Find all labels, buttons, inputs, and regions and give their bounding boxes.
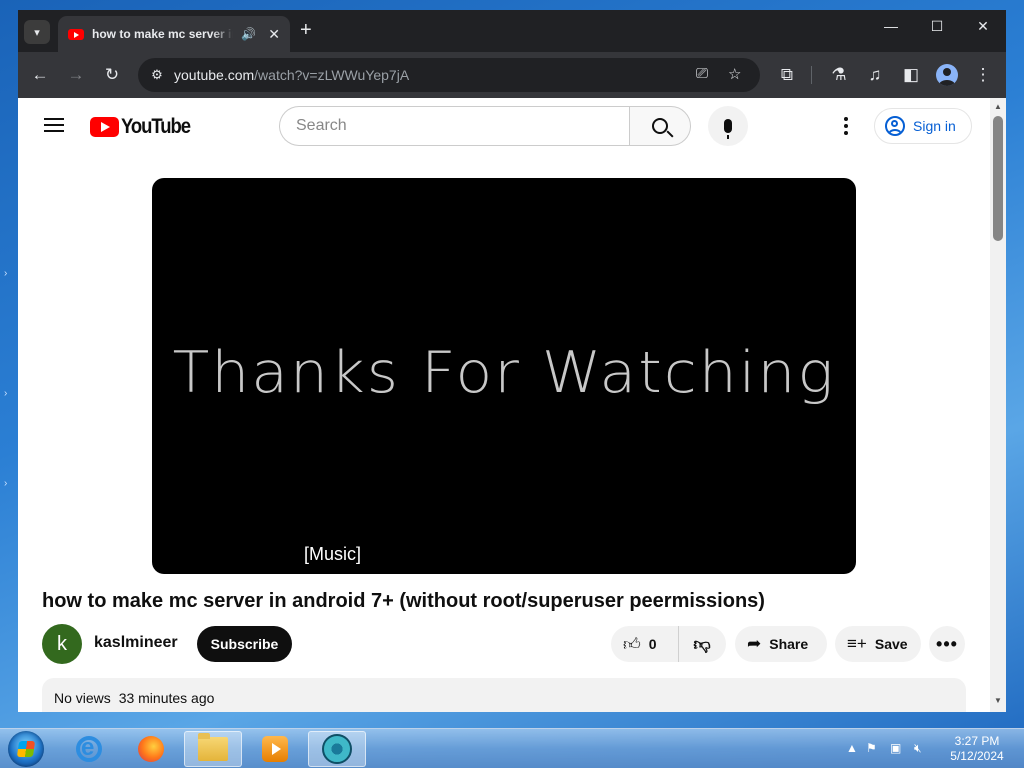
- youtube-logo-text: YouTube: [121, 115, 191, 138]
- playlist-add-icon: ≡+: [847, 634, 867, 653]
- taskbar-firefox[interactable]: [122, 731, 180, 767]
- browser-toolbar: ← → ↻ ⚙ youtube.com/watch?v=zLWWuYep7jA …: [18, 52, 1006, 98]
- like-count: 0: [648, 636, 657, 652]
- close-button[interactable]: ✕: [960, 18, 1006, 35]
- browser-app-icon: [322, 734, 352, 764]
- tab-title: how to make mc server in android 7+: [92, 27, 233, 41]
- taskbar-explorer[interactable]: [184, 731, 242, 767]
- taskbar-media-player[interactable]: [246, 731, 304, 767]
- browser-window: ▾ how to make mc server in android 7+ 🔊 …: [18, 10, 1006, 712]
- scroll-up-arrow-icon[interactable]: ▲: [994, 102, 1002, 111]
- search-input[interactable]: [279, 106, 629, 146]
- speaker-icon[interactable]: 🔊: [241, 27, 256, 41]
- tab-search-button[interactable]: ▾: [24, 20, 50, 44]
- scrollbar-thumb[interactable]: [993, 116, 1003, 241]
- share-button[interactable]: ➦ Share: [735, 626, 827, 662]
- voice-search-button[interactable]: [708, 106, 748, 146]
- sign-in-button[interactable]: Sign in: [874, 108, 972, 144]
- url-text[interactable]: youtube.com/watch?v=zLWWuYep7jA: [174, 67, 409, 83]
- more-actions-button[interactable]: •••: [929, 626, 965, 662]
- cast-icon[interactable]: ⎚: [696, 65, 708, 82]
- sign-in-label: Sign in: [913, 118, 956, 134]
- clock-date: 5/12/2024: [950, 749, 1004, 763]
- thumbs-up-icon: 👍︎: [623, 634, 641, 654]
- site-info-icon[interactable]: ⚙: [148, 67, 166, 83]
- tab-youtube[interactable]: how to make mc server in android 7+ 🔊 ✕: [58, 16, 290, 52]
- youtube-play-icon: [90, 117, 119, 137]
- menu-kebab-icon[interactable]: ⋮: [972, 64, 994, 86]
- maximize-button[interactable]: ☐: [914, 18, 960, 35]
- back-button[interactable]: ←: [29, 64, 51, 86]
- tray-expand-icon[interactable]: ▲: [846, 741, 858, 755]
- hamburger-menu-icon[interactable]: [44, 118, 64, 132]
- dislike-button[interactable]: 👎︎: [679, 634, 725, 655]
- channel-avatar[interactable]: k: [42, 624, 82, 664]
- scroll-down-arrow-icon[interactable]: ▼: [994, 696, 1002, 705]
- taskbar-chrome[interactable]: [308, 731, 366, 767]
- search-button[interactable]: [629, 106, 691, 146]
- video-player[interactable]: Thanks For Watching [Music]: [152, 178, 856, 574]
- settings-kebab-icon[interactable]: [836, 114, 856, 138]
- toolbar-divider: [811, 66, 812, 84]
- desktop-edge-mark: ›: [4, 268, 8, 279]
- like-dislike-group: 👍︎ 0 👎︎: [611, 626, 726, 662]
- like-button[interactable]: 👍︎ 0: [611, 626, 679, 662]
- firefox-icon: [138, 736, 164, 762]
- share-arrow-icon: ➦: [747, 634, 762, 653]
- description-box[interactable]: No views 33 minutes ago: [42, 678, 966, 712]
- user-circle-icon: [885, 116, 905, 136]
- folder-icon: [198, 733, 228, 761]
- posted-time: 33 minutes ago: [118, 690, 215, 706]
- address-bar[interactable]: ⚙ youtube.com/watch?v=zLWWuYep7jA ⎚ ☆: [138, 58, 760, 92]
- clock-time: 3:27 PM: [954, 734, 1000, 748]
- extensions-icon[interactable]: ⧉: [776, 64, 798, 86]
- chevron-down-icon: ▾: [34, 26, 40, 39]
- video-frame-text: Thanks For Watching: [172, 339, 836, 407]
- new-tab-button[interactable]: +: [300, 20, 312, 40]
- labs-flask-icon[interactable]: ⚗: [828, 64, 850, 86]
- system-clock[interactable]: 3:27 PM 5/12/2024: [940, 734, 1014, 764]
- video-caption: [Music]: [304, 544, 362, 564]
- search-box: [279, 106, 691, 146]
- desktop-edge-mark: ›: [4, 388, 8, 399]
- side-panel-icon[interactable]: ◧: [900, 64, 922, 86]
- save-button[interactable]: ≡+ Save: [835, 626, 921, 662]
- volume-muted-icon[interactable]: 🔇︎: [914, 741, 922, 756]
- view-count: No views: [54, 690, 111, 706]
- internet-explorer-icon: [76, 734, 102, 762]
- microphone-icon: [724, 119, 732, 139]
- tab-close-icon[interactable]: ✕: [268, 26, 280, 43]
- youtube-header: YouTube Sign in: [18, 98, 990, 154]
- youtube-logo[interactable]: YouTube: [90, 115, 199, 139]
- reload-button[interactable]: ↻: [101, 64, 123, 86]
- tab-strip: ▾ how to make mc server in android 7+ 🔊 …: [18, 10, 1006, 52]
- network-icon[interactable]: ▣: [890, 741, 901, 755]
- channel-name[interactable]: kaslmineer: [94, 634, 178, 652]
- action-center-flag-icon[interactable]: ⚑: [866, 741, 877, 755]
- profile-avatar-icon[interactable]: [936, 64, 958, 86]
- search-icon: [652, 118, 668, 134]
- video-title: how to make mc server in android 7+ (wit…: [42, 590, 765, 612]
- thumbs-down-icon: 👎︎: [693, 634, 711, 654]
- subscribe-button[interactable]: Subscribe: [197, 626, 292, 662]
- bookmark-star-icon[interactable]: ☆: [728, 65, 741, 83]
- save-label: Save: [874, 636, 908, 652]
- page-viewport: YouTube Sign in Thanks For Watching [Mus…: [18, 98, 1006, 712]
- minimize-button[interactable]: —: [868, 18, 914, 34]
- page-scrollbar[interactable]: ▲ ▼: [990, 98, 1006, 712]
- more-horizontal-icon: •••: [936, 633, 958, 654]
- youtube-favicon-icon: [68, 28, 84, 40]
- forward-button[interactable]: →: [65, 64, 87, 86]
- media-player-icon: [262, 736, 288, 762]
- share-label: Share: [769, 636, 809, 652]
- taskbar-internet-explorer[interactable]: [60, 731, 118, 767]
- media-controls-icon[interactable]: ♫: [864, 64, 886, 86]
- taskbar: ▲ ⚑ ▣ 🔇︎ 3:27 PM 5/12/2024: [0, 728, 1024, 768]
- desktop-edge-mark: ›: [4, 478, 8, 489]
- start-button[interactable]: [8, 731, 44, 767]
